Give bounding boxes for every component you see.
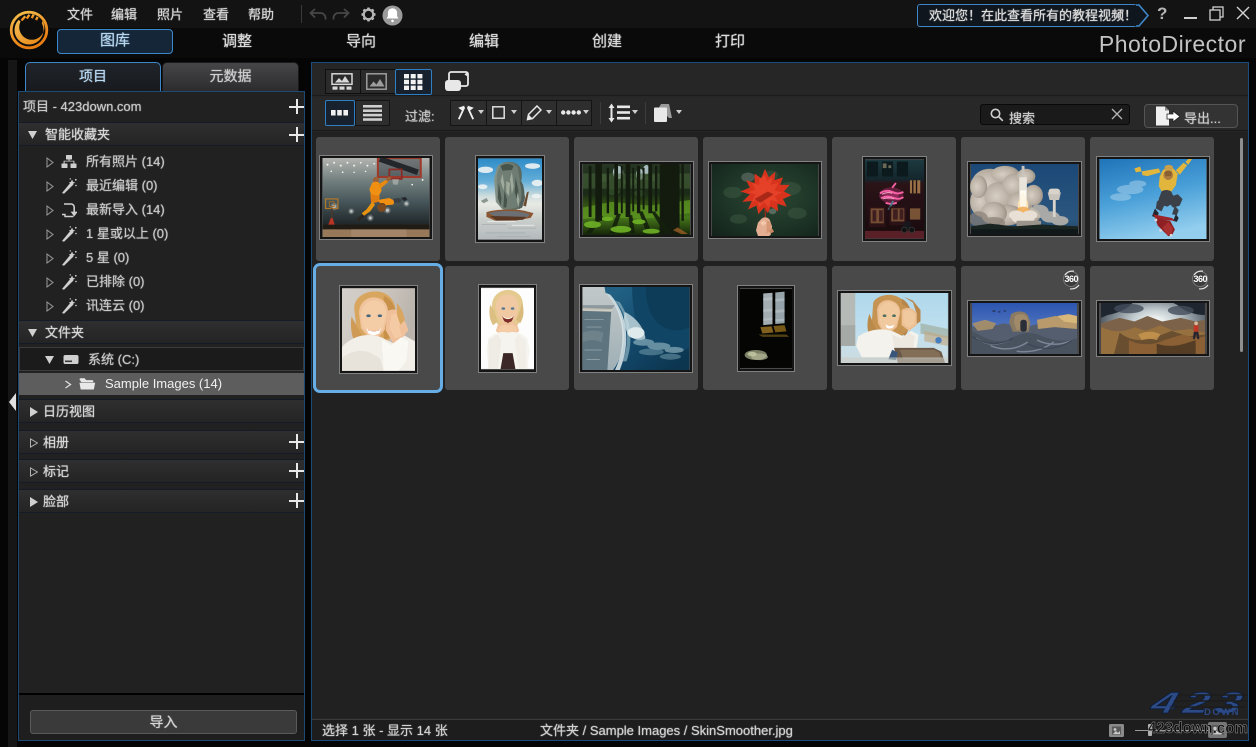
svg-text:DOWN: DOWN (1204, 707, 1240, 718)
svg-text:423down.com: 423down.com (1148, 720, 1248, 737)
